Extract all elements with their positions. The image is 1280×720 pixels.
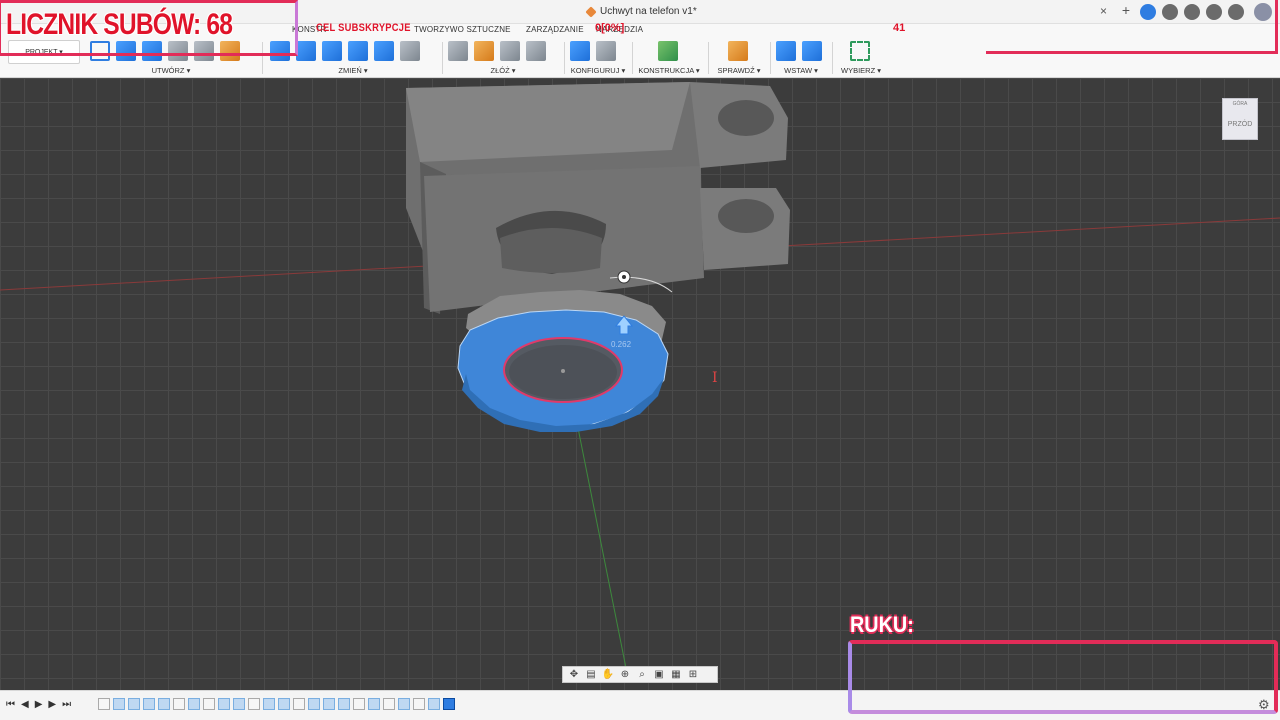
text-cursor-icon: I <box>712 370 718 386</box>
divider <box>564 42 565 74</box>
divider <box>770 42 771 74</box>
viewcube-front-label: PRZÓD <box>1227 121 1253 128</box>
shell-icon[interactable] <box>348 41 368 61</box>
canvas-viewport[interactable]: GÓRA PRZÓD 0.262 I <box>0 78 1280 690</box>
group-configure: KONFIGURUJ ▾ <box>570 38 626 78</box>
timeline-first-icon[interactable]: ⏮ <box>6 699 15 710</box>
as-built-joint-icon[interactable] <box>500 41 520 61</box>
orbit-icon[interactable]: ✥ <box>567 669 581 680</box>
timeline-feature[interactable] <box>293 698 305 710</box>
bracket-body[interactable] <box>406 82 790 314</box>
timeline-feature[interactable] <box>158 698 170 710</box>
timeline-feature[interactable] <box>188 698 200 710</box>
split-body-icon[interactable] <box>374 41 394 61</box>
group-assemble: ZŁÓŻ ▾ <box>448 38 558 78</box>
timeline-next-icon[interactable]: ▶ <box>48 699 56 710</box>
select-icon[interactable] <box>850 41 870 61</box>
group-construct: KONSTRUKCJA ▾ <box>638 38 700 78</box>
overlay-frame-top-right <box>986 0 1278 54</box>
navigation-toolbar: ✥ ▤ ✋ ⊕ ⌕ ▣ ▦ ⊞ <box>562 666 718 683</box>
timeline-play-icon[interactable]: ▶ <box>35 699 43 710</box>
timeline-controls: ⏮ ◀ ▶ ▶ ⏭ <box>6 699 71 710</box>
timeline-feature[interactable] <box>218 698 230 710</box>
divider <box>832 42 833 74</box>
timeline-feature[interactable] <box>248 698 260 710</box>
insert-image-icon[interactable] <box>802 41 822 61</box>
timeline-feature[interactable] <box>413 698 425 710</box>
viewports-icon[interactable]: ⊞ <box>686 669 700 680</box>
group-modify-label[interactable]: ZMIEŃ ▾ <box>270 66 436 75</box>
measure-icon[interactable] <box>728 41 748 61</box>
offset-plane-icon[interactable] <box>658 41 678 61</box>
timeline-feature[interactable] <box>398 698 410 710</box>
group-inspect-label[interactable]: SPRAWDŹ ▾ <box>714 66 764 75</box>
timeline-feature[interactable] <box>338 698 350 710</box>
timeline-last-icon[interactable]: ⏭ <box>62 699 71 710</box>
zoom-icon[interactable]: ⊕ <box>618 669 632 680</box>
timeline-feature[interactable] <box>428 698 440 710</box>
group-configure-label[interactable]: KONFIGURUJ ▾ <box>570 66 626 75</box>
divider <box>442 42 443 74</box>
timeline-feature[interactable] <box>203 698 215 710</box>
group-assemble-label[interactable]: ZŁÓŻ ▾ <box>448 66 558 75</box>
sub-goal-target: 41 <box>893 22 906 34</box>
sub-counter-label: LICZNIK SUBÓW: 68 <box>6 8 233 41</box>
dimension-value[interactable]: 0.262 <box>611 340 631 349</box>
timeline-feature[interactable] <box>323 698 335 710</box>
move-icon[interactable] <box>400 41 420 61</box>
group-inspect: SPRAWDŹ ▾ <box>714 38 764 78</box>
app-window: Uchwyt na telefon v1* × + KONSTR TWORZYW… <box>0 0 1280 720</box>
tab-tworzywo-sztuczne[interactable]: TWORZYWO SZTUCZNE <box>414 25 511 34</box>
timeline-feature[interactable] <box>143 698 155 710</box>
timeline-feature[interactable] <box>113 698 125 710</box>
group-insert-label[interactable]: WSTAW ▾ <box>776 66 826 75</box>
timeline-feature[interactable] <box>128 698 140 710</box>
group-insert: WSTAW ▾ <box>776 38 826 78</box>
document-title: Uchwyt na telefon v1* <box>600 6 697 17</box>
document-tab[interactable]: Uchwyt na telefon v1* <box>585 5 697 18</box>
configure-icon[interactable] <box>570 41 590 61</box>
timeline-feature[interactable] <box>173 698 185 710</box>
tab-zarzadzanie[interactable]: ZARZĄDZANIE <box>526 25 584 34</box>
timeline-feature[interactable] <box>98 698 110 710</box>
timeline-current-feature[interactable] <box>443 698 455 710</box>
display-icon[interactable]: ▣ <box>652 669 666 680</box>
timeline-feature[interactable] <box>368 698 380 710</box>
group-create-label[interactable]: UTWÓRZ ▾ <box>90 66 252 75</box>
timeline-prev-icon[interactable]: ◀ <box>21 699 29 710</box>
pan-icon[interactable]: ✋ <box>601 669 615 680</box>
viewcube-top-label: GÓRA <box>1232 101 1248 107</box>
divider <box>708 42 709 74</box>
insert-derive-icon[interactable] <box>776 41 796 61</box>
new-component-icon[interactable] <box>448 41 468 61</box>
group-construct-label[interactable]: KONSTRUKCJA ▾ <box>638 66 700 75</box>
document-icon <box>585 5 597 18</box>
model-scene <box>0 82 1280 679</box>
fillet-icon[interactable] <box>296 41 316 61</box>
timeline-feature[interactable] <box>308 698 320 710</box>
view-cube[interactable]: GÓRA PRZÓD <box>1222 98 1258 140</box>
joint-icon[interactable] <box>474 41 494 61</box>
timeline-feature[interactable] <box>233 698 245 710</box>
group-select-label[interactable]: WYBIERZ ▾ <box>838 66 884 75</box>
ruku-frame <box>848 640 1278 714</box>
grid-icon[interactable]: ▦ <box>669 669 683 680</box>
ruku-label: RUKU: <box>850 612 914 637</box>
timeline-feature[interactable] <box>353 698 365 710</box>
look-at-icon[interactable]: ▤ <box>584 669 598 680</box>
group-select: WYBIERZ ▾ <box>838 38 884 78</box>
timeline-feature[interactable] <box>278 698 290 710</box>
fit-icon[interactable]: ⌕ <box>635 669 649 680</box>
joint-origin-icon[interactable] <box>526 41 546 61</box>
chamfer-icon[interactable] <box>322 41 342 61</box>
timeline-feature[interactable] <box>263 698 275 710</box>
divider <box>632 42 633 74</box>
timeline-feature[interactable] <box>383 698 395 710</box>
sub-goal-value: 0[0%] <box>595 22 625 34</box>
timeline-features <box>98 698 455 710</box>
sub-goal-label: CEL SUBSKRYPCJE <box>316 22 411 34</box>
configure-table-icon[interactable] <box>596 41 616 61</box>
knurled-nut[interactable] <box>457 290 669 432</box>
